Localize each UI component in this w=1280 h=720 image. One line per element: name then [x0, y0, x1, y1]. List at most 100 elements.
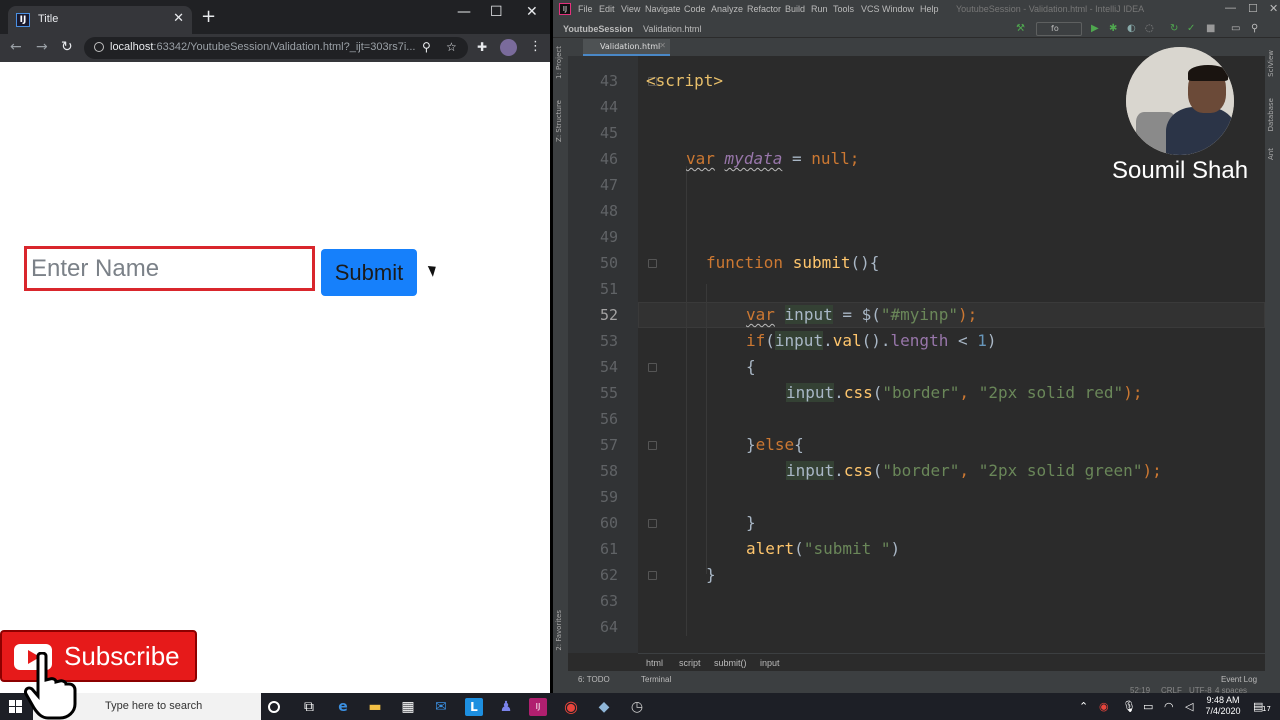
- intellij-taskbar-icon[interactable]: IJ: [529, 698, 547, 716]
- minimize-button[interactable]: —: [457, 4, 471, 20]
- taskbar-clock[interactable]: 9:48 AM 7/4/2020: [1203, 695, 1243, 717]
- ide-minimize-button[interactable]: —: [1225, 2, 1236, 14]
- info-icon[interactable]: [94, 42, 104, 52]
- hand-pointer-icon: [24, 652, 77, 720]
- browser-window: IJ Title ✕ + — ☐ ✕ ← → ↻ localhost:63342…: [0, 0, 550, 693]
- terminal-tool-button[interactable]: Terminal: [641, 675, 671, 684]
- breadcrumb-html[interactable]: html: [646, 658, 663, 668]
- breadcrumb-input[interactable]: input: [760, 658, 780, 668]
- commit-icon[interactable]: ✓: [1187, 23, 1195, 34]
- settings-icon[interactable]: ▭: [1231, 23, 1240, 34]
- volume-icon[interactable]: ◁: [1185, 700, 1193, 713]
- menu-tools[interactable]: Tools: [833, 4, 854, 14]
- menu-view[interactable]: View: [621, 4, 640, 14]
- breadcrumb-script[interactable]: script: [679, 658, 701, 668]
- file-explorer-icon[interactable]: ▬: [366, 698, 384, 716]
- clock-date: 7/4/2020: [1205, 706, 1241, 716]
- close-editor-tab-icon[interactable]: ✕: [659, 41, 666, 50]
- battery-icon[interactable]: ▭: [1143, 700, 1153, 713]
- profile-avatar[interactable]: [500, 39, 517, 56]
- edge-icon[interactable]: e: [334, 698, 352, 716]
- app-taskbar-icon[interactable]: ◆: [595, 698, 613, 716]
- presenter-webcam: [1126, 47, 1234, 155]
- structure-tool-tab[interactable]: Z: Structure: [555, 100, 563, 142]
- store-icon[interactable]: ▦: [399, 698, 417, 716]
- todo-tool-button[interactable]: 6: TODO: [578, 675, 610, 684]
- breadcrumb-submit[interactable]: submit(): [714, 658, 747, 668]
- windows-start-icon[interactable]: [9, 700, 23, 713]
- line-number: 61: [599, 540, 618, 558]
- debug-icon[interactable]: ✱: [1109, 23, 1117, 34]
- menu-run[interactable]: Run: [811, 4, 828, 14]
- sciview-tool-tab[interactable]: SciView: [1267, 50, 1275, 77]
- menu-vcs[interactable]: VCS: [861, 4, 880, 14]
- new-tab-button[interactable]: +: [201, 8, 216, 26]
- back-icon[interactable]: ←: [10, 39, 22, 55]
- clock-app-icon[interactable]: ◷: [628, 698, 646, 716]
- task-view-icon[interactable]: ⧉: [300, 698, 318, 716]
- profile-icon[interactable]: ◌: [1145, 23, 1154, 34]
- coverage-icon[interactable]: ◐: [1127, 23, 1136, 34]
- code-line-62: }: [706, 565, 716, 584]
- run-config-select[interactable]: fo: [1036, 22, 1082, 36]
- menu-icon[interactable]: ⋮: [529, 39, 542, 54]
- search-everywhere-icon[interactable]: ⚲: [1251, 23, 1258, 34]
- menu-window[interactable]: Window: [882, 4, 914, 14]
- star-icon[interactable]: ☆: [446, 40, 457, 54]
- intellij-logo-icon: IJ: [559, 3, 571, 15]
- lync-icon[interactable]: L: [465, 698, 483, 716]
- menu-navigate[interactable]: Navigate: [645, 4, 681, 14]
- menu-code[interactable]: Code: [684, 4, 706, 14]
- menu-edit[interactable]: Edit: [599, 4, 615, 14]
- tray-app-icon[interactable]: ◉: [1099, 700, 1109, 713]
- stop-icon[interactable]: ■: [1206, 23, 1215, 34]
- microphone-icon[interactable]: 🎙: [1122, 700, 1136, 713]
- file-crumb[interactable]: Validation.html: [643, 24, 701, 34]
- event-log-button[interactable]: Event Log: [1221, 675, 1257, 684]
- teams-icon[interactable]: ♟: [497, 698, 515, 716]
- line-number: 46: [599, 150, 618, 168]
- extensions-icon[interactable]: ✚: [477, 40, 487, 54]
- update-icon[interactable]: ↻: [1170, 23, 1178, 34]
- project-tool-tab[interactable]: 1: Project: [555, 46, 563, 79]
- address-bar[interactable]: localhost:63342/YoutubeSession/Validatio…: [84, 37, 468, 59]
- reload-icon[interactable]: ↻: [61, 39, 73, 55]
- menu-help[interactable]: Help: [920, 4, 939, 14]
- close-tab-icon[interactable]: ✕: [173, 11, 184, 26]
- maximize-button[interactable]: ☐: [490, 4, 503, 20]
- chrome-taskbar-icon[interactable]: ◉: [562, 698, 580, 716]
- zoom-icon[interactable]: ⚲: [422, 40, 431, 54]
- editor-tab-validation[interactable]: Validation.html ✕: [583, 39, 670, 56]
- line-number: 59: [599, 488, 618, 506]
- menu-analyze[interactable]: Analyze: [711, 4, 743, 14]
- tray-chevron-icon[interactable]: ⌃: [1079, 700, 1088, 713]
- menu-build[interactable]: Build: [785, 4, 805, 14]
- ide-close-button[interactable]: ✕: [1269, 2, 1278, 15]
- wifi-icon[interactable]: ◠: [1164, 700, 1174, 713]
- code-line-61: alert("submit "): [746, 539, 901, 558]
- project-crumb[interactable]: YoutubeSession: [563, 24, 633, 34]
- menu-refactor[interactable]: Refactor: [747, 4, 781, 14]
- code-line-58: input.css("border", "2px solid green");: [786, 461, 1162, 480]
- close-window-button[interactable]: ✕: [526, 4, 538, 20]
- ant-tool-tab[interactable]: Ant: [1267, 148, 1275, 160]
- tab-title: Title: [38, 13, 59, 25]
- browser-tab[interactable]: IJ Title ✕: [8, 6, 192, 34]
- code-line-60: }: [746, 513, 756, 532]
- database-tool-tab[interactable]: Database: [1267, 98, 1275, 131]
- cortana-icon[interactable]: [268, 701, 280, 713]
- line-number: 54: [599, 358, 618, 376]
- mail-icon[interactable]: ✉: [432, 698, 450, 716]
- page-content: Submit: [0, 62, 550, 693]
- code-line-52: var input = $("#myinp");: [746, 305, 978, 324]
- ide-maximize-button[interactable]: ☐: [1248, 2, 1258, 15]
- build-hammer-icon[interactable]: ⚒: [1016, 23, 1025, 34]
- forward-icon[interactable]: →: [36, 39, 48, 55]
- menu-file[interactable]: File: [578, 4, 593, 14]
- line-number: 43: [599, 72, 618, 90]
- favorites-tool-tab[interactable]: 2: Favorites: [555, 610, 563, 651]
- submit-button[interactable]: Submit: [321, 249, 417, 296]
- run-icon[interactable]: ▶: [1091, 23, 1099, 34]
- url-text[interactable]: localhost:63342/YoutubeSession/Validatio…: [110, 41, 415, 53]
- name-input[interactable]: [24, 246, 315, 291]
